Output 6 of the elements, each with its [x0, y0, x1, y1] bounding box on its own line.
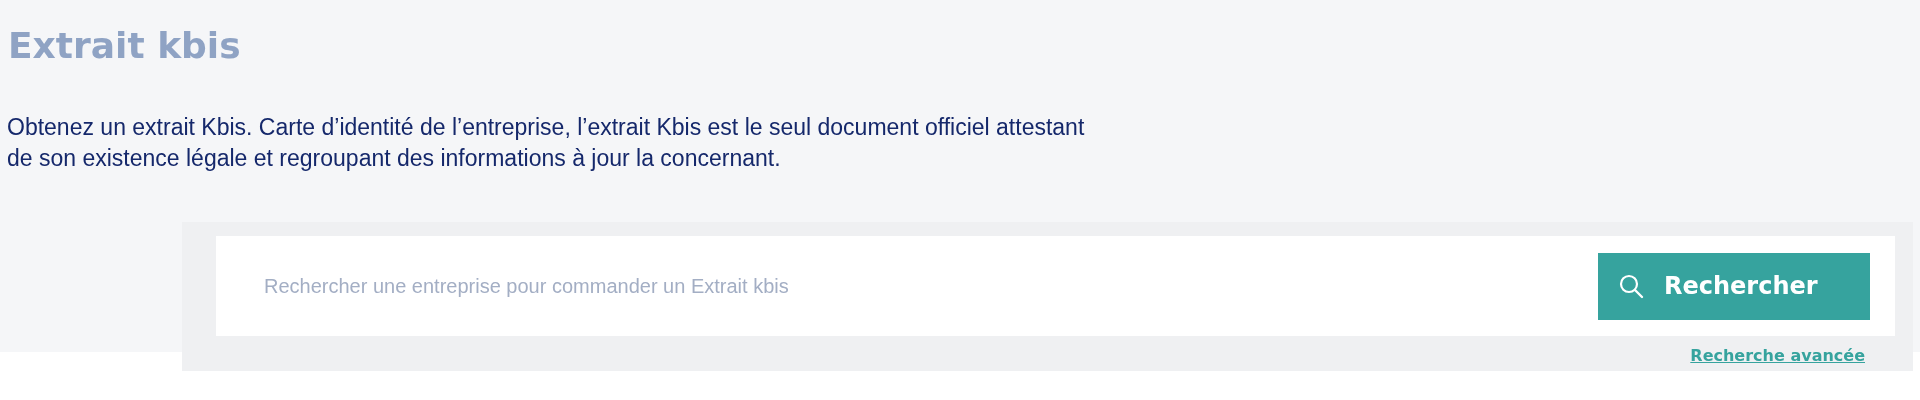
search-button[interactable]: Rechercher	[1598, 252, 1870, 320]
advanced-search-link[interactable]: Recherche avancée	[1690, 346, 1865, 365]
page-title: Extrait kbis	[8, 24, 241, 68]
search-icon	[1618, 273, 1644, 299]
description: Obtenez un extrait Kbis. Carte d’identité de l’entreprise, l’extrait Kbis est le seul document officiel attestant de son existence légale et regroupant des informations à jour la concernant.	[7, 113, 1086, 173]
search-field[interactable]: Rechercher une entreprise pour commander un Extrait kbis	[262, 273, 1598, 299]
